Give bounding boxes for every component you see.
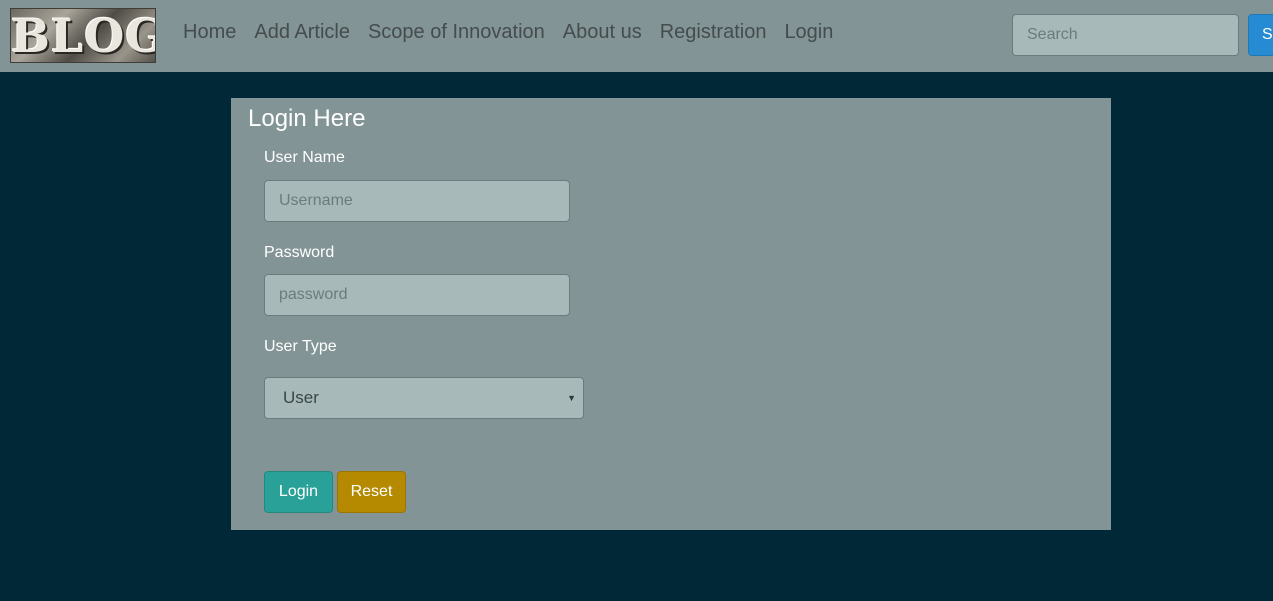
username-field[interactable] — [264, 180, 570, 222]
login-title: Login Here — [248, 105, 366, 132]
search-button[interactable]: Se — [1248, 14, 1273, 56]
user-type-label: User Type — [264, 338, 337, 355]
login-button[interactable]: Login — [264, 471, 333, 513]
navbar: BLOG Home Add Article Scope of Innovatio… — [0, 0, 1273, 72]
search-input[interactable] — [1012, 14, 1239, 56]
nav-item-add-article[interactable]: Add Article — [254, 19, 350, 47]
logo-text: BLOG — [11, 9, 156, 63]
password-field[interactable] — [264, 274, 570, 316]
username-label: User Name — [264, 149, 345, 166]
nav-item-scope-of-innovation[interactable]: Scope of Innovation — [368, 19, 545, 47]
nav-item-about-us[interactable]: About us — [563, 19, 642, 47]
nav-item-login[interactable]: Login — [784, 19, 833, 47]
blog-logo[interactable]: BLOG — [10, 8, 156, 63]
nav-item-registration[interactable]: Registration — [660, 19, 767, 47]
reset-button[interactable]: Reset — [337, 471, 406, 513]
user-type-select[interactable]: User ▼ — [264, 377, 584, 419]
caret-down-icon: ▼ — [567, 393, 576, 403]
nav-item-home[interactable]: Home — [183, 19, 236, 47]
nav-links: Home Add Article Scope of Innovation Abo… — [174, 19, 842, 47]
user-type-selected-value: User — [283, 388, 319, 407]
login-panel: Login Here User Name Password User Type … — [231, 98, 1111, 530]
password-label: Password — [264, 244, 335, 261]
